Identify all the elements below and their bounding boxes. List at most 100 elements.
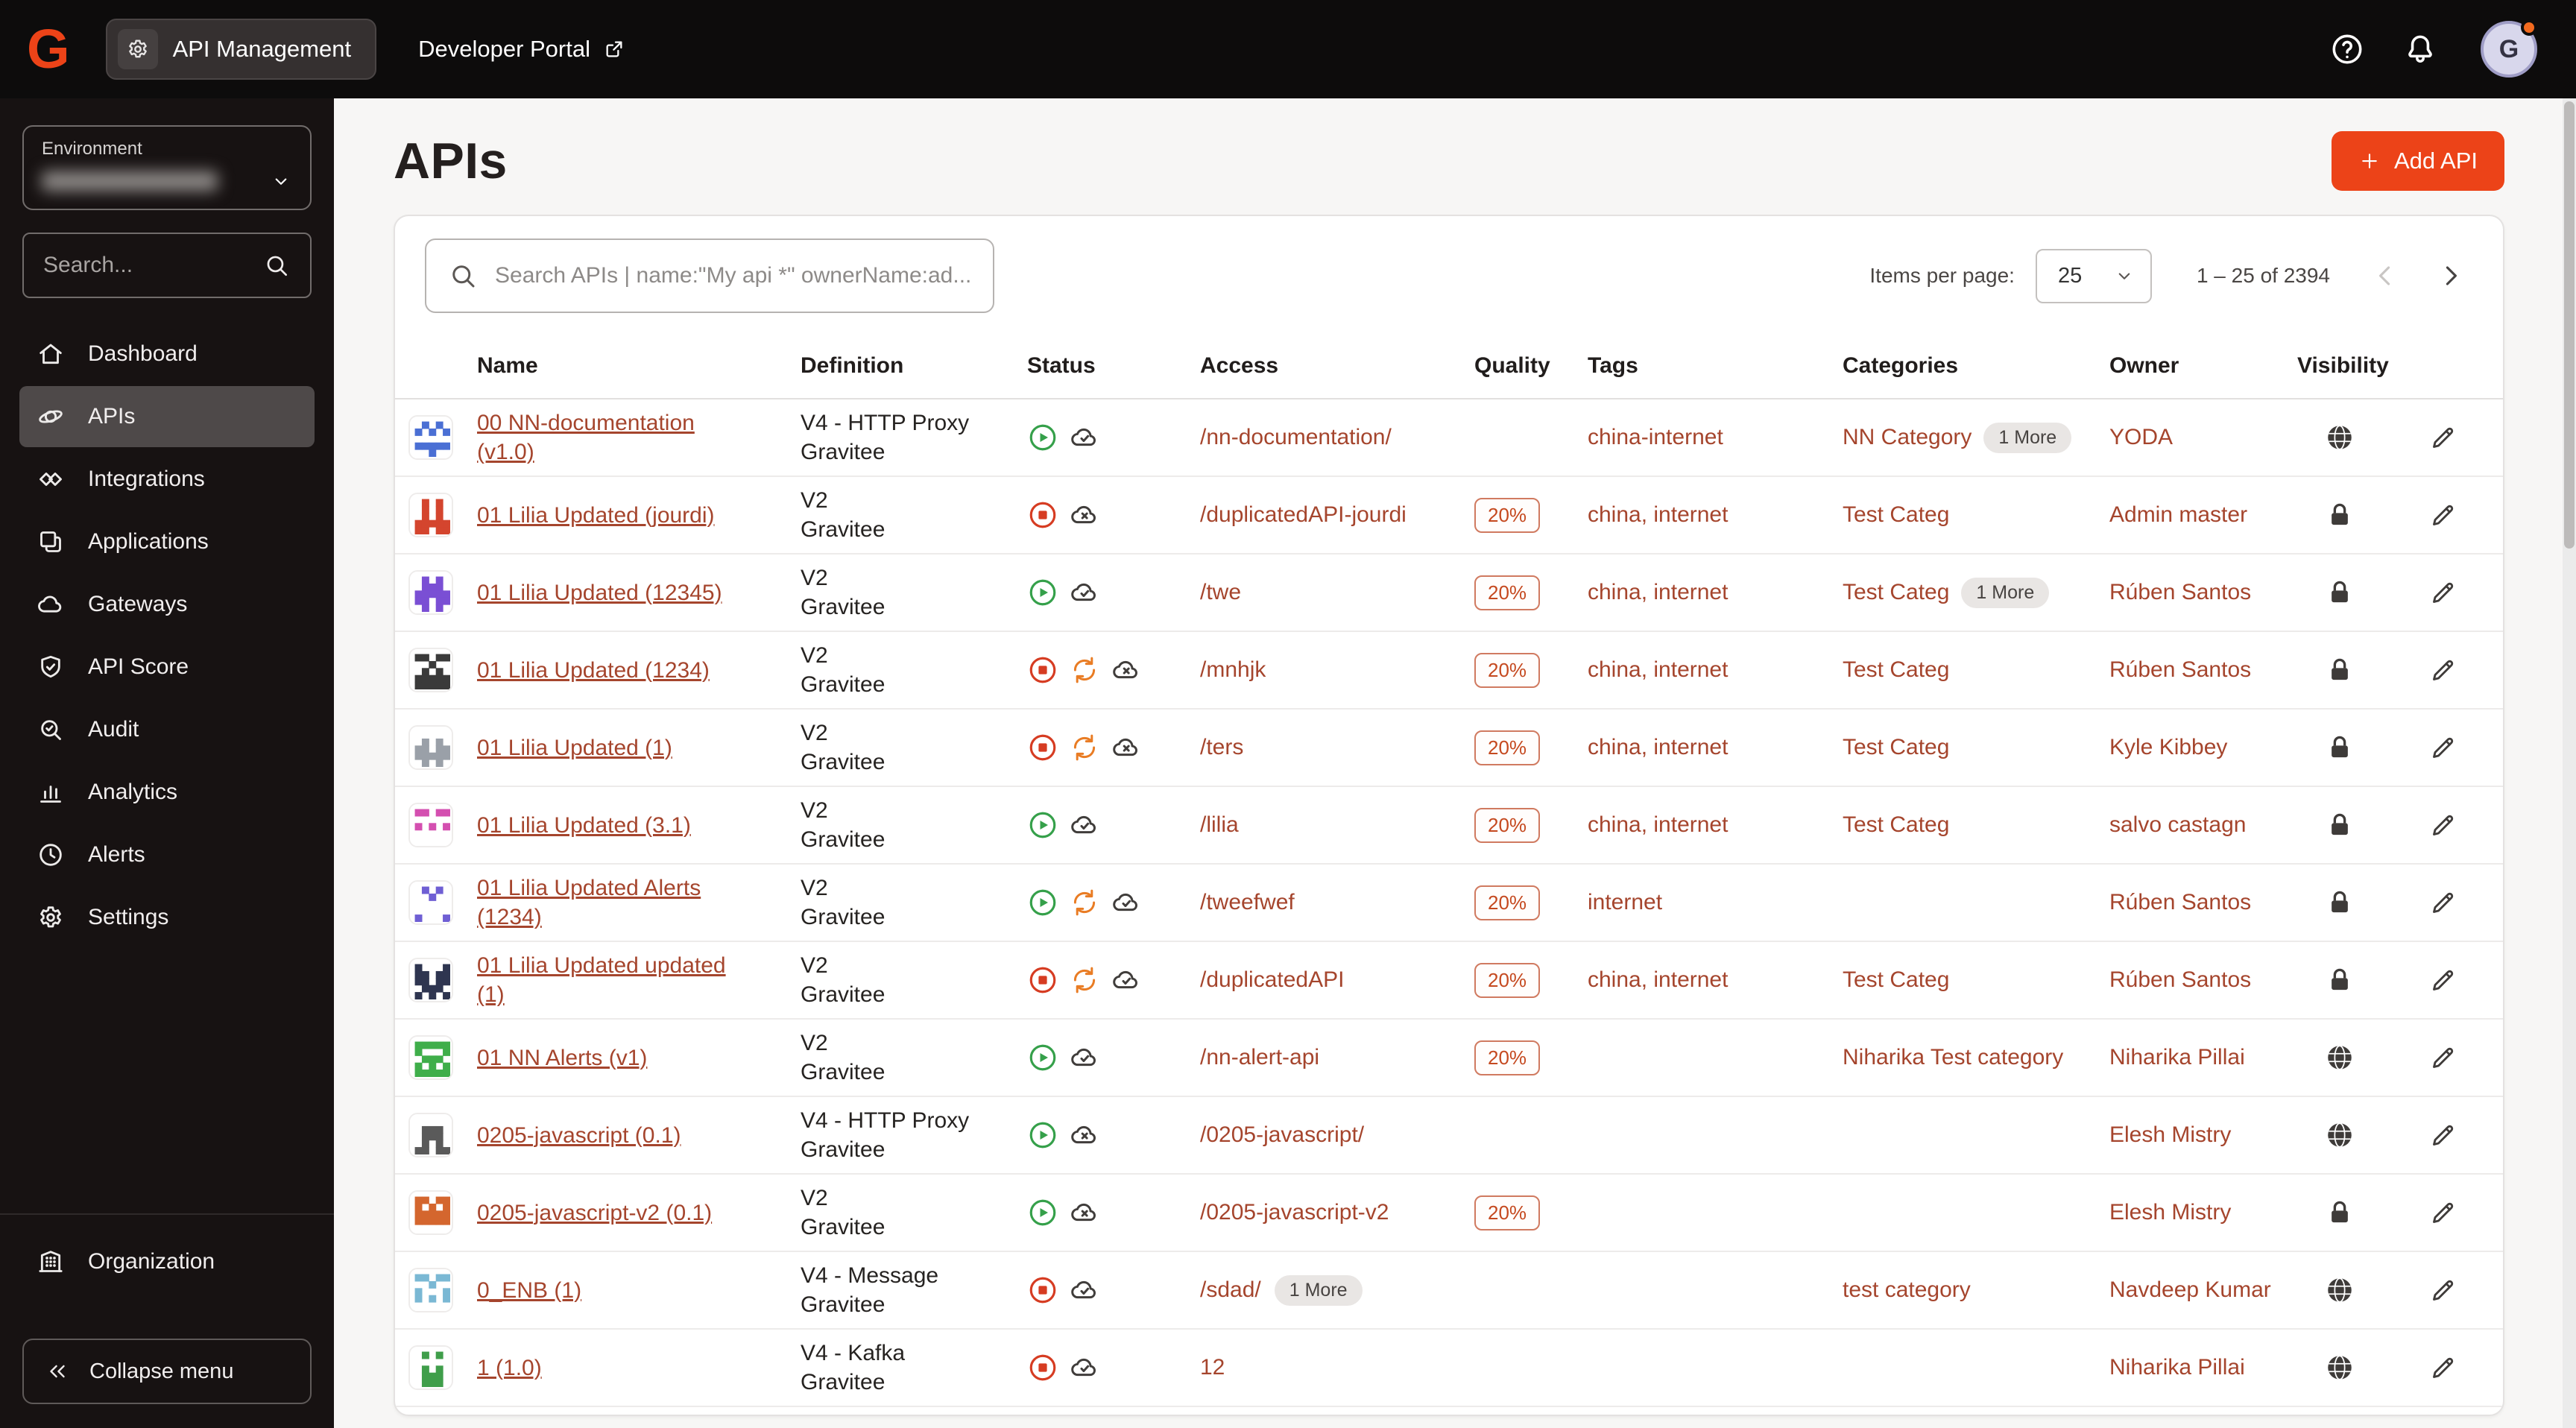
api-name-link[interactable]: 0205-javascript-v2 (0.1) xyxy=(477,1201,712,1225)
column-header-categories: Categories xyxy=(1843,353,1959,378)
lock-icon xyxy=(2324,732,2355,763)
edit-api-button[interactable] xyxy=(2428,1120,2458,1150)
api-management-button[interactable]: API Management xyxy=(105,19,377,80)
sidebar-search-input[interactable] xyxy=(43,253,262,278)
api-name-link[interactable]: 01 Lilia Updated updated (1) xyxy=(477,953,726,1007)
more-chip[interactable]: 1 More xyxy=(1274,1274,1363,1306)
search-icon xyxy=(447,260,479,291)
sidebar-item-settings[interactable]: Settings xyxy=(19,887,315,948)
sidebar-item-alerts[interactable]: Alerts xyxy=(19,824,315,885)
status-synced-icon xyxy=(1069,809,1100,841)
edit-api-button[interactable] xyxy=(2428,1353,2458,1383)
api-name-link[interactable]: 01 Lilia Updated (1234) xyxy=(477,658,710,683)
api-name-link[interactable]: 0205-javascript (0.1) xyxy=(477,1123,681,1148)
gravitee-logo[interactable]: G xyxy=(27,22,70,77)
api-name-link[interactable]: 01 Lilia Updated (12345) xyxy=(477,581,722,605)
edit-api-button[interactable] xyxy=(2428,888,2458,917)
collapse-menu-label: Collapse menu xyxy=(89,1359,234,1383)
bell-icon[interactable] xyxy=(2402,31,2439,68)
edit-api-button[interactable] xyxy=(2428,500,2458,530)
edit-api-button[interactable] xyxy=(2428,733,2458,762)
scrollbar[interactable] xyxy=(2563,98,2576,1428)
api-owner: Admin master xyxy=(2109,502,2248,527)
api-search-input[interactable] xyxy=(495,263,972,288)
lock-icon xyxy=(2324,654,2355,686)
sidebar-item-audit[interactable]: Audit xyxy=(19,699,315,760)
status-out-of-sync-icon xyxy=(1069,732,1100,763)
api-owner: salvo castagn xyxy=(2109,812,2247,837)
integrations-icon xyxy=(36,464,66,494)
sidebar-item-analytics[interactable]: Analytics xyxy=(19,762,315,823)
globe-icon xyxy=(2324,1119,2355,1151)
api-name-link[interactable]: 01 NN Alerts (v1) xyxy=(477,1046,647,1070)
edit-api-button[interactable] xyxy=(2428,965,2458,995)
more-chip[interactable]: 1 More xyxy=(1983,422,2072,453)
edit-api-button[interactable] xyxy=(2428,1198,2458,1228)
api-engine: Gravitee xyxy=(801,440,886,464)
sidebar-item-organization[interactable]: Organization xyxy=(19,1231,315,1292)
double-chevron-left-icon xyxy=(45,1359,70,1384)
chevron-down-icon xyxy=(2113,265,2135,287)
api-name-link[interactable]: 01 Lilia Updated (3.1) xyxy=(477,813,691,838)
edit-api-button[interactable] xyxy=(2428,1275,2458,1305)
sidebar-item-integrations[interactable]: Integrations xyxy=(19,449,315,510)
plus-icon xyxy=(2358,150,2381,172)
edit-api-button[interactable] xyxy=(2428,1043,2458,1072)
status-stopped-icon xyxy=(1027,964,1058,996)
api-name-link[interactable]: 1 (1.0) xyxy=(477,1356,542,1380)
add-api-button[interactable]: Add API xyxy=(2331,131,2504,191)
api-owner: Rúben Santos xyxy=(2109,890,2252,914)
lock-icon xyxy=(2324,964,2355,996)
table-row: 0205-javascript (0.1) V4 - HTTP Proxy Grav… xyxy=(395,1097,2503,1175)
table-row: 01 Lilia Updated Alerts (1234) V2 Gravitee… xyxy=(395,865,2503,942)
api-name-link[interactable]: 01 Lilia Updated (jourdi) xyxy=(477,503,715,528)
user-avatar[interactable]: G xyxy=(2481,19,2537,78)
more-chip[interactable]: 1 More xyxy=(1961,577,2050,608)
api-owner: YODA xyxy=(2109,425,2174,449)
edit-api-button[interactable] xyxy=(2428,655,2458,685)
quality-badge: 20% xyxy=(1474,652,1541,688)
next-page-button[interactable] xyxy=(2428,253,2473,298)
edit-api-button[interactable] xyxy=(2428,423,2458,452)
sidebar-divider xyxy=(0,1213,334,1215)
sidebar-item-api-score[interactable]: API Score xyxy=(19,636,315,698)
api-categories: Test Categ xyxy=(1843,657,1950,682)
api-categories: Test Categ xyxy=(1843,735,1950,759)
items-per-page-select[interactable]: 25 xyxy=(2035,248,2152,303)
table-row: 01 Lilia Updated (1234) V2 Gravitee/mnhjk 2… xyxy=(395,632,2503,710)
status-started-icon xyxy=(1027,1197,1058,1228)
status-started-icon xyxy=(1027,577,1058,608)
sidebar-item-label: Applications xyxy=(88,529,209,554)
scrollbar-thumb[interactable] xyxy=(2564,101,2575,549)
edit-api-button[interactable] xyxy=(2428,810,2458,840)
api-name-link[interactable]: 0_ENB (1) xyxy=(477,1278,581,1303)
status-stopped-icon xyxy=(1027,1352,1058,1383)
globe-icon xyxy=(2324,1042,2355,1073)
status-started-icon xyxy=(1027,1119,1058,1151)
environment-value-redacted xyxy=(42,171,218,191)
sidebar-item-apis[interactable]: APIs xyxy=(19,386,315,447)
items-per-page-value: 25 xyxy=(2057,263,2083,288)
collapse-menu-button[interactable]: Collapse menu xyxy=(22,1339,312,1404)
api-name-link[interactable]: 01 Lilia Updated Alerts (1234) xyxy=(477,876,701,929)
sidebar-item-gateways[interactable]: Gateways xyxy=(19,574,315,635)
sidebar-item-dashboard[interactable]: Dashboard xyxy=(19,323,315,385)
help-icon[interactable] xyxy=(2329,31,2366,68)
table-body: 00 NN-documentation (v1.0) V4 - HTTP Prox… xyxy=(395,399,2503,1415)
api-categories: test category xyxy=(1843,1277,1971,1302)
api-management-label: API Management xyxy=(172,36,352,62)
sidebar-item-applications[interactable]: Applications xyxy=(19,511,315,572)
api-engine: Gravitee xyxy=(801,1292,886,1317)
table-row: 0205-javascript-v2 (0.1) V2 Gravitee/0205-… xyxy=(395,1175,2503,1252)
api-name-link[interactable]: 01 Lilia Updated (1) xyxy=(477,736,672,760)
pencil-icon xyxy=(2428,500,2458,530)
api-name-link[interactable]: 00 NN-documentation (v1.0) xyxy=(477,411,695,464)
environment-select[interactable]: Environment xyxy=(22,125,312,210)
edit-api-button[interactable] xyxy=(2428,578,2458,607)
analytics-icon xyxy=(36,777,66,807)
status-stopped-icon xyxy=(1027,499,1058,531)
column-header-owner: Owner xyxy=(2109,353,2179,378)
previous-page-button[interactable] xyxy=(2363,253,2408,298)
developer-portal-link[interactable]: Developer Portal xyxy=(418,36,626,63)
quality-badge: 20% xyxy=(1474,497,1541,533)
